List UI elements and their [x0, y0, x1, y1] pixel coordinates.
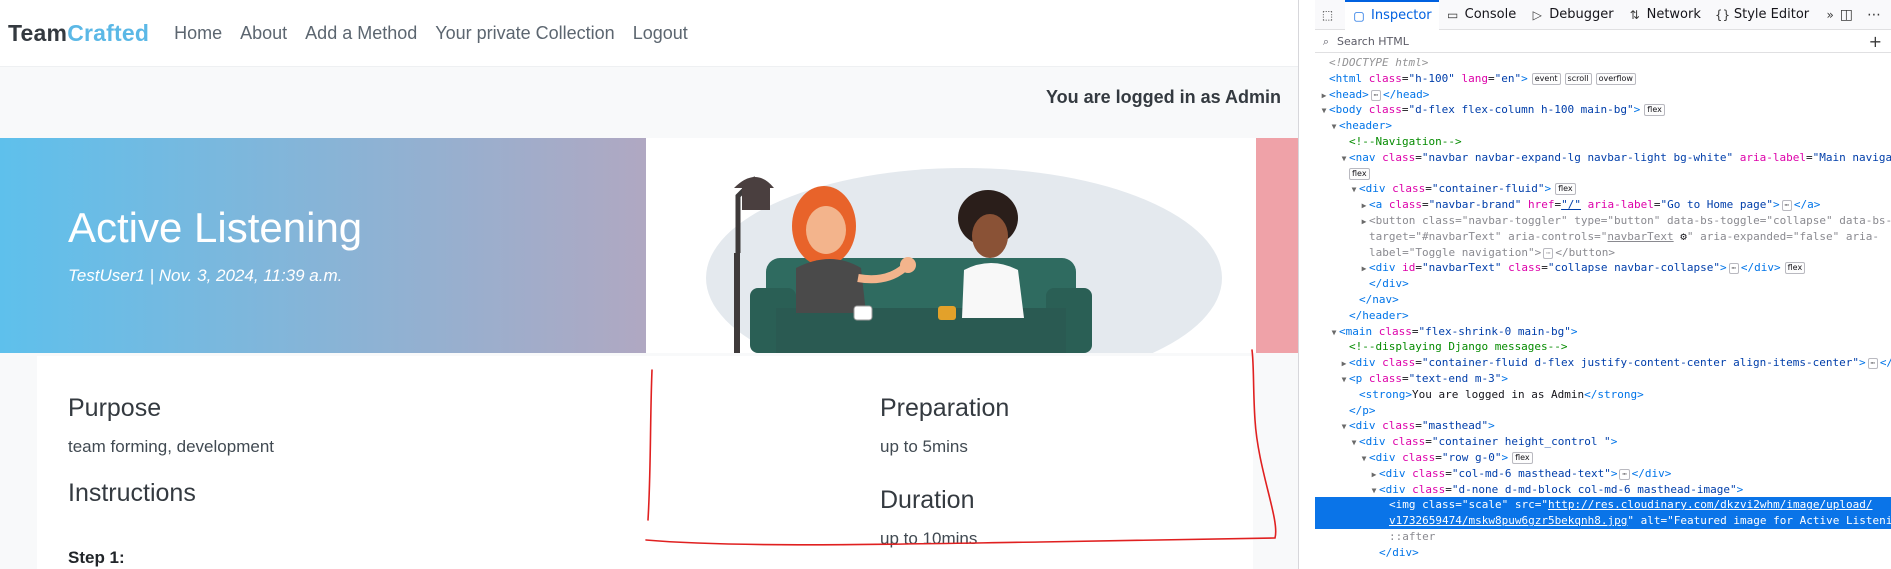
inspector-icon: ▢ [1353, 8, 1365, 23]
tree-line[interactable]: ▶ <a class="navbar-brand" href="/" aria-l… [1315, 197, 1891, 213]
tree-line[interactable]: ▼ <main class="flex-shrink-0 main-bg"> [1315, 324, 1891, 340]
nav-link-about[interactable]: About [240, 23, 287, 44]
tree-line[interactable]: </div> [1315, 276, 1891, 292]
debugger-icon: ▷ [1532, 7, 1542, 22]
tree-line[interactable]: <!DOCTYPE html> [1315, 55, 1891, 71]
tree-line[interactable]: ▶ <head> ⋯ </head> [1315, 87, 1891, 103]
tree-line[interactable]: ▼ <nav class="navbar navbar-expand-lg nav… [1315, 150, 1891, 166]
tree-line[interactable]: target="#navbarText" aria-controls="navb… [1315, 229, 1891, 245]
collapse-arrow-icon: ▼ [1331, 122, 1337, 132]
tree-line[interactable]: label="Toggle navigation"> ⋯ </button> [1315, 245, 1891, 261]
search-html-placeholder: Search HTML [1337, 35, 1409, 48]
expand-arrow-icon: ▶ [1321, 90, 1327, 100]
tab-network[interactable]: ⇅ Network [1621, 0, 1708, 30]
tree-line[interactable]: ▼ <p class="text-end m-3"> [1315, 371, 1891, 387]
style-editor-icon: {} [1714, 7, 1731, 22]
masthead-edge [1256, 138, 1298, 353]
collapse-arrow-icon: ▼ [1371, 485, 1377, 495]
masthead-text: Active Listening TestUser1 | Nov. 3, 202… [0, 138, 646, 353]
purpose-text: team forming, development [68, 437, 274, 456]
expand-arrow-icon: ▶ [1341, 359, 1347, 369]
method-details-card: Purpose team forming, development Instru… [37, 356, 1253, 569]
preparation-text: up to 5mins [880, 437, 968, 456]
collapse-arrow-icon: ▼ [1321, 106, 1327, 116]
tree-line[interactable]: <strong>You are logged in as Admin</stro… [1315, 387, 1891, 403]
search-html-bar[interactable]: ⌕ Search HTML + [1315, 31, 1891, 53]
two-people-talking-illustration [706, 168, 1222, 353]
nav-link-add-method[interactable]: Add a Method [305, 23, 417, 44]
tree-line[interactable]: ▼ <header> [1315, 118, 1891, 134]
tab-console[interactable]: ▭ Console [1439, 0, 1524, 30]
collapse-arrow-icon: ▼ [1351, 438, 1357, 448]
tab-debugger[interactable]: ▷ Debugger [1523, 0, 1620, 30]
tree-line[interactable]: </div> [1315, 545, 1891, 561]
post-author-date: TestUser1 | Nov. 3, 2024, 11:39 a.m. [68, 266, 343, 285]
search-icon: ⌕ [1322, 34, 1330, 48]
tab-inspector[interactable]: ▢ Inspector [1345, 0, 1439, 30]
tree-line-selected[interactable]: <img class="scale" src="http://res.cloud… [1315, 497, 1891, 514]
tree-line[interactable]: </nav> [1315, 292, 1891, 308]
nav-link-logout[interactable]: Logout [633, 23, 688, 44]
tree-line[interactable]: ▶ <div class="container-fluid d-flex just… [1315, 355, 1891, 371]
tree-line[interactable]: ▼ <div class="d-none d-md-block col-md-6 … [1315, 482, 1891, 498]
preparation-heading: Preparation [880, 394, 1010, 422]
purpose-heading: Purpose [68, 394, 162, 422]
tab-style-editor[interactable]: {} Style Editor [1708, 0, 1816, 30]
expand-arrow-icon: ▶ [1361, 264, 1367, 274]
tree-line[interactable]: </header> [1315, 308, 1891, 324]
tree-line[interactable]: ::after [1315, 529, 1891, 545]
devtools-panel: ⬚ ▢ Inspector ▭ Console ▷ Debugger ⇅ Network… [1298, 0, 1891, 569]
collapse-arrow-icon: ▼ [1341, 422, 1347, 432]
login-status-message: You are logged in as Admin [1045, 87, 1281, 107]
tree-line[interactable]: ▼ <div class="container-fluid"> flex [1315, 181, 1891, 197]
expand-arrow-icon: ▶ [1361, 216, 1367, 226]
tree-line[interactable]: ▼ <body class="d-flex flex-column h-100 m… [1315, 102, 1891, 118]
nav-links: Home About Add a Method Your private Col… [165, 23, 697, 44]
element-picker-button[interactable]: ⬚ [1315, 0, 1345, 30]
more-options-icon[interactable]: ⋯ [1867, 7, 1881, 23]
expand-arrow-icon: ▶ [1361, 201, 1367, 211]
web-page: TeamCrafted Home About Add a Method Your… [0, 0, 1298, 569]
duration-text: up to 10mins [880, 529, 978, 548]
navbar-brand[interactable]: TeamCrafted [8, 20, 149, 47]
tree-line[interactable]: ▶ <div class="col-md-6 masthead-text"> ⋯ </… [1315, 466, 1891, 482]
network-icon: ⇅ [1629, 7, 1640, 22]
nav-link-home[interactable]: Home [174, 23, 222, 44]
tree-line[interactable]: ▶ <div id="navbarText" class="collapse na… [1315, 260, 1891, 276]
brand-text-crafted: Crafted [67, 19, 150, 46]
brand-text-team: Team [8, 19, 68, 46]
duration-heading: Duration [880, 486, 975, 514]
collapse-arrow-icon: ▼ [1341, 374, 1347, 384]
expand-arrow-icon: ▶ [1371, 469, 1377, 479]
add-node-icon[interactable]: + [1869, 32, 1882, 51]
tree-line[interactable]: ▼ <div class="container height_control "> [1315, 434, 1891, 450]
collapse-arrow-icon: ▼ [1341, 153, 1347, 163]
tree-line-selected[interactable]: v1732659474/mskw8puw6gzr5bekqnh8.jpg" al… [1315, 513, 1891, 529]
navbar: TeamCrafted Home About Add a Method Your… [0, 0, 1298, 67]
tree-line[interactable]: <!--Navigation--> [1315, 134, 1891, 150]
nav-link-private-collection[interactable]: Your private Collection [435, 23, 614, 44]
markup-tree: <!DOCTYPE html> <html class="h-100" lang… [1315, 55, 1891, 569]
collapse-arrow-icon: ▼ [1331, 327, 1337, 337]
devtools-toolbar: ⬚ ▢ Inspector ▭ Console ▷ Debugger ⇅ Network… [1315, 0, 1891, 30]
instructions-heading: Instructions [68, 479, 196, 507]
masthead: Active Listening TestUser1 | Nov. 3, 202… [0, 138, 1298, 353]
post-title: Active Listening [68, 204, 363, 251]
tree-line[interactable]: ▶ <button class="navbar-toggler" type="bu… [1315, 213, 1891, 229]
tree-line[interactable]: flex [1315, 166, 1891, 182]
tree-line[interactable]: ▼ <div class="row g-0"> flex [1315, 450, 1891, 466]
collapse-arrow-icon: ▼ [1351, 185, 1357, 195]
featured-image [646, 138, 1256, 353]
tree-line[interactable]: <html class="h-100" lang="en"> event scrol… [1315, 71, 1891, 87]
tree-line[interactable]: </p> [1315, 403, 1891, 419]
console-icon: ▭ [1446, 7, 1459, 22]
devtools-toolbar-right: ◫ ⋯ [1833, 0, 1888, 30]
collapse-arrow-icon: ▼ [1361, 453, 1367, 463]
tree-line[interactable]: ▼ <div class="masthead"> [1315, 418, 1891, 434]
step-label: Step 1: [68, 548, 125, 567]
tree-line[interactable]: <!--displaying Django messages--> [1315, 339, 1891, 355]
picker-icon: ⬚ [1321, 7, 1334, 22]
dock-side-icon[interactable]: ◫ [1840, 7, 1853, 23]
